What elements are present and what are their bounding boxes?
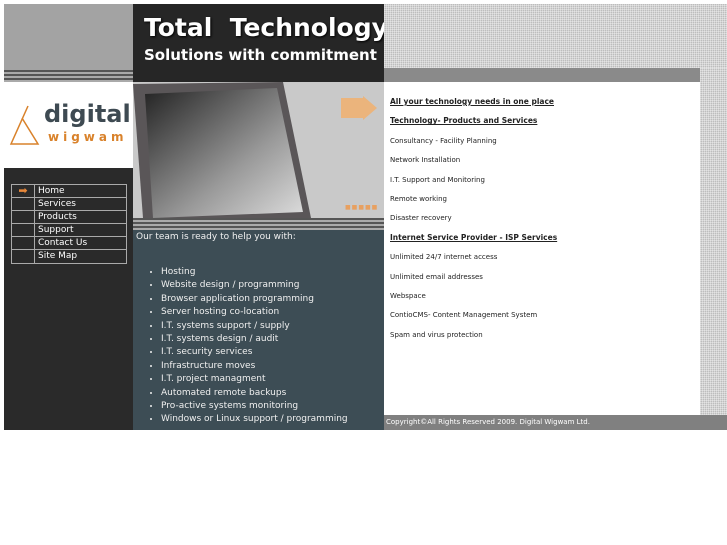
service-link[interactable]: Webspace	[390, 291, 694, 310]
service-item: Browser application programming	[161, 294, 348, 304]
site-subtitle: Solutions with commitment	[144, 46, 377, 64]
logo-text-wigwam: wigwam	[48, 130, 128, 144]
nav-item-products[interactable]: Products	[12, 211, 126, 224]
section-heading: Technology- Products and Services	[390, 116, 538, 126]
right-gray-bar	[384, 68, 700, 82]
nav-item-contact-us[interactable]: Contact Us	[12, 237, 126, 250]
service-item: Pro-active systems monitoring	[161, 401, 348, 411]
service-item: Windows or Linux support / programming	[161, 414, 348, 424]
middle-stripes	[133, 218, 384, 230]
nav-label: Services	[38, 199, 76, 209]
service-link[interactable]: Consultancy - Facility Planning	[390, 136, 694, 155]
services-intro: Our team is ready to help you with:	[136, 232, 296, 242]
section-heading: All your technology needs in one place	[390, 97, 554, 106]
logo-text-digital: digital	[44, 100, 131, 128]
left-stripes	[4, 70, 133, 82]
nav-item-support[interactable]: Support	[12, 224, 126, 237]
service-item: Server hosting co-location	[161, 307, 348, 317]
services-list: Hosting Website design / programming Brows…	[133, 267, 348, 428]
service-item: I.T. project managment	[161, 374, 348, 384]
nav-icon-slot	[12, 198, 35, 210]
right-top-pattern	[384, 4, 727, 68]
service-item: I.T. security services	[161, 347, 348, 357]
service-link[interactable]: I.T. Support and Monitoring	[390, 175, 694, 194]
service-link[interactable]: Unlimited 24/7 internet access	[390, 252, 694, 271]
nav-label: Contact Us	[38, 238, 88, 248]
nav-item-services[interactable]: Services	[12, 198, 126, 211]
service-item: Infrastructure moves	[161, 361, 348, 371]
dots-decoration: ■■■■■	[345, 204, 379, 211]
wigwam-logo-icon	[9, 105, 40, 145]
nav-icon-slot	[12, 250, 35, 263]
service-link[interactable]: Unlimited email addresses	[390, 272, 694, 291]
site-title: Total Technology	[144, 13, 388, 42]
nav-label: Site Map	[38, 251, 78, 261]
footer: Copyright©All Rights Reserved 2009. Digi…	[384, 415, 727, 430]
copyright: Copyright©All Rights Reserved 2009. Digi…	[386, 418, 590, 426]
nav-label: Home	[38, 186, 65, 196]
header: Total Technology Solutions with commitme…	[133, 4, 388, 82]
service-item: Website design / programming	[161, 280, 348, 290]
service-item: Automated remote backups	[161, 388, 348, 398]
nav-menu: ➡ Home Services Products Support Contact Us Si…	[11, 184, 127, 264]
service-link[interactable]: Remote working	[390, 194, 694, 213]
section-heading: Internet Service Provider - ISP Services	[390, 232, 558, 242]
service-link[interactable]: Network Installation	[390, 155, 694, 174]
service-item: I.T. systems design / audit	[161, 334, 348, 344]
nav-icon-slot	[12, 224, 35, 236]
right-side-pattern	[700, 68, 727, 415]
logo: digital wigwam	[4, 82, 133, 168]
service-link[interactable]: Disaster recovery	[390, 213, 694, 232]
service-link[interactable]: Spam and virus protection	[390, 330, 694, 349]
service-link[interactable]: ContioCMS- Content Management System	[390, 310, 694, 329]
nav-icon-slot	[12, 237, 35, 249]
service-item: Hosting	[161, 267, 348, 277]
arrow-right-icon: ➡	[12, 185, 35, 197]
nav-label: Products	[38, 212, 77, 222]
nav-label: Support	[38, 225, 74, 235]
nav-icon-slot	[12, 211, 35, 223]
arrow-right-icon	[341, 96, 377, 120]
nav-item-home[interactable]: ➡ Home	[12, 185, 126, 198]
left-top-panel	[4, 4, 133, 70]
services-panel: Our team is ready to help you with: Host…	[133, 230, 384, 430]
right-content: All your technology needs in one place Te…	[384, 82, 700, 415]
nav-item-site-map[interactable]: Site Map	[12, 250, 126, 263]
hero-image: ■■■■■	[133, 82, 384, 218]
service-item: I.T. systems support / supply	[161, 321, 348, 331]
